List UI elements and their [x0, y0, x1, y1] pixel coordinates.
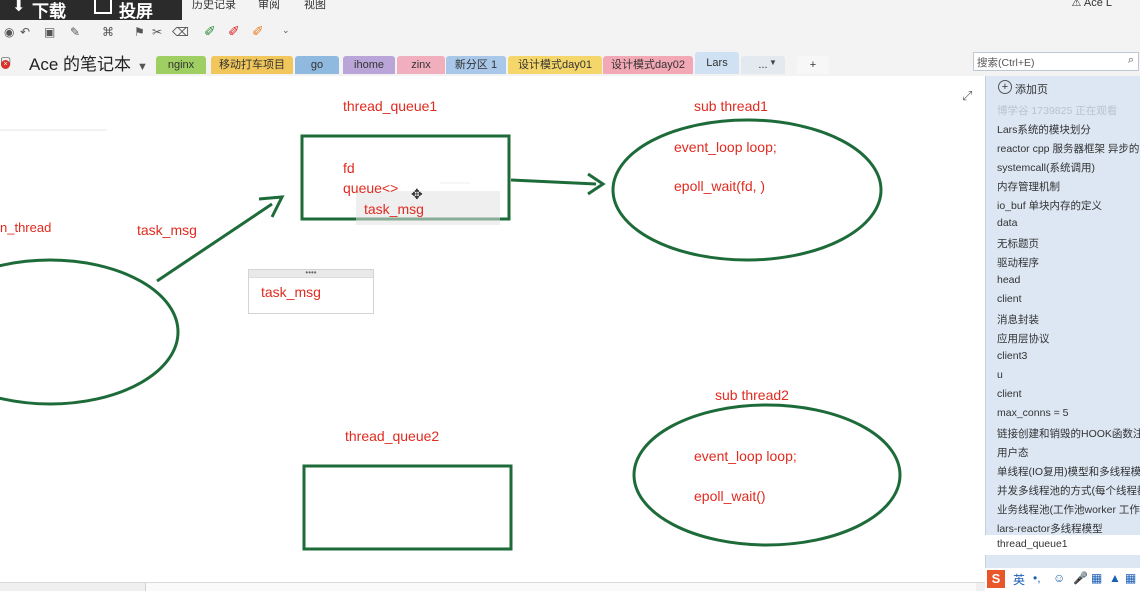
fd-label[interactable]: fd	[343, 160, 355, 176]
container-drag-handle[interactable]: ••••	[249, 269, 373, 278]
page-item[interactable]: 消息封装	[997, 312, 1140, 327]
page-item[interactable]: 无标题页	[997, 236, 1140, 251]
page-item[interactable]: 业务线程池(工作池worker 工作	[997, 502, 1140, 517]
search-icon[interactable]: ⌕	[1128, 54, 1134, 67]
task-msg-box-label[interactable]: task_msg	[261, 284, 321, 300]
queue-label[interactable]: queue<>	[343, 180, 398, 196]
queue-to-thread-arrow-line[interactable]	[510, 178, 597, 186]
expand-icon[interactable]: ⤢	[962, 88, 972, 104]
task-msg-in-queue-label[interactable]: task_msg	[364, 201, 424, 217]
sub-thread2-label[interactable]: sub thread2	[715, 387, 789, 403]
task-msg-note-container[interactable]: •••• task_msg	[248, 269, 374, 314]
page-item[interactable]: client	[997, 388, 1140, 400]
keyboard-icon[interactable]: ▦	[1091, 571, 1102, 585]
epoll-wait1-label[interactable]: epoll_wait(fd, )	[674, 178, 765, 194]
tools-icon[interactable]: ▦	[1125, 571, 1136, 585]
page-item[interactable]: 并发多线程池的方式(每个线程都	[997, 483, 1140, 498]
page-item[interactable]: 链接创建和销毁的HOOK函数注	[997, 426, 1140, 441]
page-item[interactable]: 驱动程序	[997, 255, 1140, 270]
page-item[interactable]: io_buf 单块内存的定义	[997, 198, 1140, 213]
page-item[interactable]: client	[997, 293, 1140, 305]
page-item[interactable]: max_conns = 5	[997, 407, 1140, 419]
ime-toolbar: S 英 •, ☺ 🎤 ▦ ▲ ▦	[985, 568, 1140, 590]
main-thread-label[interactable]: n_thread	[0, 220, 51, 235]
page-item[interactable]: 应用层协议	[997, 331, 1140, 346]
page-item[interactable]: 内存管理机制	[997, 179, 1140, 194]
user-account[interactable]: ⚠ Ace L	[1072, 0, 1112, 9]
page-item[interactable]: systemcall(系统调用)	[997, 160, 1140, 175]
page-item[interactable]: 单线程(IO复用)模型和多线程模	[997, 464, 1140, 479]
page-item-current[interactable]: thread_queue1	[985, 535, 1140, 555]
page-item[interactable]: 用户态	[997, 445, 1140, 460]
thread-queue2-box[interactable]	[302, 464, 513, 551]
dispatch-arrow-head	[258, 195, 285, 218]
drawing-layer	[0, 118, 902, 551]
page-item[interactable]: reactor cpp 服务器框架 异步的	[997, 141, 1140, 156]
thread-queue2-label[interactable]: thread_queue2	[345, 428, 439, 444]
current-page-label: thread_queue1	[997, 538, 1068, 550]
add-page-label: 添加页	[1015, 84, 1048, 96]
punctuation-icon[interactable]: •,	[1033, 571, 1041, 585]
page-item[interactable]: u	[997, 369, 1140, 381]
thread-queue1-label[interactable]: thread_queue1	[343, 98, 437, 114]
user-name: Ace L	[1083, 0, 1112, 9]
emoji-icon[interactable]: ☺	[1053, 571, 1065, 585]
main-thread-ellipse[interactable]	[0, 258, 180, 406]
mic-icon[interactable]: 🎤	[1073, 571, 1088, 585]
page-item[interactable]: lars-reactor多线程模型	[997, 521, 1140, 536]
add-icon: +	[998, 80, 1012, 94]
epoll-wait2-label[interactable]: epoll_wait()	[694, 488, 766, 504]
sub-thread1-label[interactable]: sub thread1	[694, 98, 768, 114]
task-msg-arrow-label[interactable]: task_msg	[137, 222, 197, 238]
sub-thread2-ellipse[interactable]	[632, 403, 902, 547]
page-item[interactable]: data	[997, 217, 1140, 229]
watermark-text: 博学谷 1739825 正在观看	[997, 105, 1118, 117]
page-item[interactable]: Lars系统的模块划分	[997, 122, 1140, 137]
ime-mode[interactable]: 英	[1013, 571, 1025, 588]
event-loop2-label[interactable]: event_loop loop;	[694, 448, 797, 464]
add-page-button[interactable]: + 添加页	[985, 78, 1140, 98]
sogou-icon[interactable]: S	[987, 570, 1005, 588]
search-placeholder: 搜索(Ctrl+E)	[977, 57, 1035, 69]
skin-icon[interactable]: ▲	[1109, 571, 1121, 585]
search-input[interactable]: 搜索(Ctrl+E) ⌕	[973, 52, 1139, 71]
event-loop1-label[interactable]: event_loop loop;	[674, 139, 777, 155]
page-item[interactable]: head	[997, 274, 1140, 286]
page-item[interactable]: client3	[997, 350, 1140, 362]
